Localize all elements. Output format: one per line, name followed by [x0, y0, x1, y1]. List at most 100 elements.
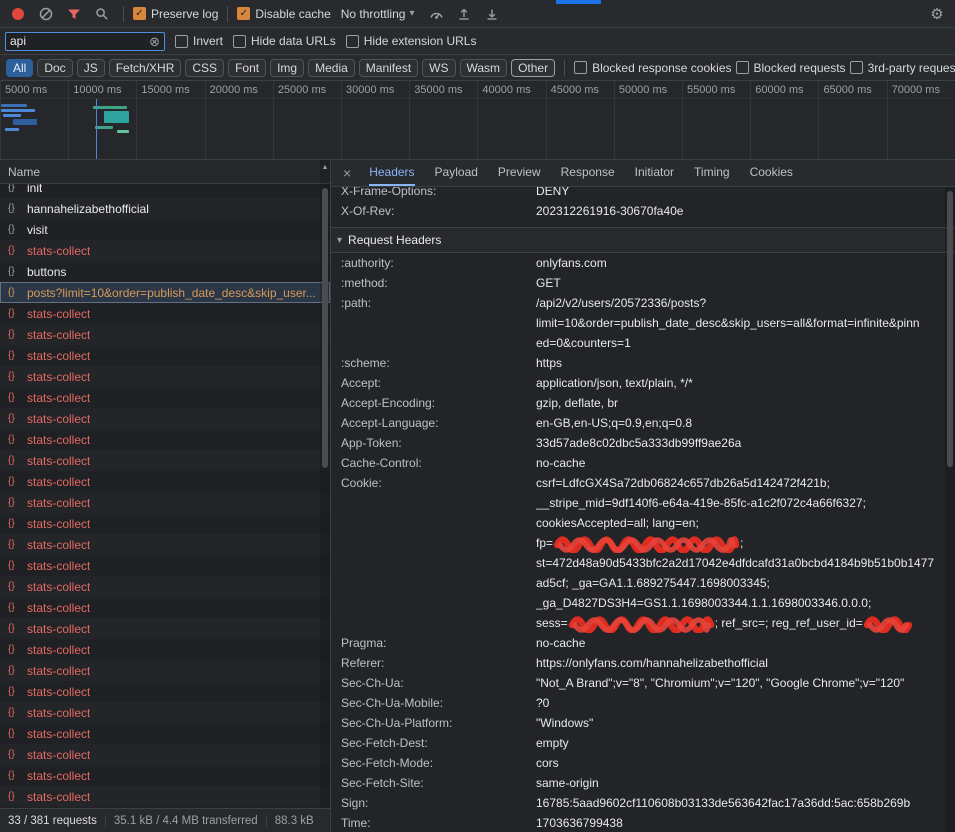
- timeline-segment: 20000 ms: [205, 81, 273, 159]
- request-row[interactable]: {}stats-collect: [0, 639, 330, 660]
- requests-count: 33 / 381 requests: [0, 815, 106, 827]
- filter-pill-js[interactable]: JS: [77, 59, 105, 77]
- blocked-response-cookies-checkbox[interactable]: Blocked response cookies: [574, 61, 731, 75]
- filter-pill-all[interactable]: All: [6, 59, 33, 77]
- request-row[interactable]: {}posts?limit=10&order=publish_date_desc…: [0, 282, 330, 303]
- blocked-requests-checkbox[interactable]: Blocked requests: [736, 61, 846, 75]
- clear-filter-icon[interactable]: ⊗: [149, 35, 160, 48]
- request-type-icon: {}: [8, 602, 21, 613]
- hide-data-urls-checkbox[interactable]: Hide data URLs: [233, 34, 336, 48]
- request-row[interactable]: {}stats-collect: [0, 492, 330, 513]
- clear-button[interactable]: [34, 3, 58, 25]
- disable-cache-checkbox[interactable]: ✓ Disable cache: [237, 7, 330, 21]
- filter-pill-doc[interactable]: Doc: [37, 59, 72, 77]
- request-row[interactable]: {}stats-collect: [0, 345, 330, 366]
- tab-response[interactable]: Response: [561, 160, 615, 186]
- request-row[interactable]: {}stats-collect: [0, 513, 330, 534]
- request-row[interactable]: {}stats-collect: [0, 744, 330, 765]
- request-row[interactable]: {}stats-collect: [0, 555, 330, 576]
- throttling-select[interactable]: No throttling ▾: [335, 5, 421, 23]
- hide-extension-urls-checkbox[interactable]: Hide extension URLs: [346, 34, 477, 48]
- tab-headers[interactable]: Headers: [369, 160, 414, 186]
- search-button[interactable]: [90, 3, 114, 25]
- tab-preview[interactable]: Preview: [498, 160, 541, 186]
- filter-pill-css[interactable]: CSS: [185, 59, 224, 77]
- request-row[interactable]: {}stats-collect: [0, 450, 330, 471]
- request-row[interactable]: {}init: [0, 184, 330, 198]
- request-row[interactable]: {}stats-collect: [0, 471, 330, 492]
- request-row[interactable]: {}stats-collect: [0, 576, 330, 597]
- request-row[interactable]: {}stats-collect: [0, 387, 330, 408]
- filter-pill-wasm[interactable]: Wasm: [460, 59, 508, 77]
- request-row[interactable]: {}visit: [0, 219, 330, 240]
- waterfall-bar: [117, 130, 129, 133]
- header-row: Referer:https://onlyfans.com/hannaheliza…: [341, 653, 941, 673]
- timeline-overview[interactable]: 5000 ms10000 ms15000 ms20000 ms25000 ms3…: [0, 81, 955, 160]
- request-row[interactable]: {}stats-collect: [0, 408, 330, 429]
- export-har-button[interactable]: [480, 3, 504, 25]
- tab-payload[interactable]: Payload: [435, 160, 478, 186]
- search-icon: [95, 7, 109, 21]
- request-row[interactable]: {}stats-collect: [0, 786, 330, 807]
- header-row: Sec-Fetch-Dest:empty: [341, 733, 941, 753]
- header-name: Referer:: [341, 653, 536, 673]
- filter-text-field[interactable]: [10, 34, 149, 48]
- request-row[interactable]: {}stats-collect: [0, 681, 330, 702]
- filter-pill-manifest[interactable]: Manifest: [359, 59, 418, 77]
- filter-toggle-button[interactable]: [62, 3, 86, 25]
- request-row[interactable]: {}stats-collect: [0, 303, 330, 324]
- network-conditions-button[interactable]: [424, 3, 448, 25]
- left-scrollbar-thumb[interactable]: [322, 188, 328, 468]
- request-row[interactable]: {}stats-collect: [0, 429, 330, 450]
- settings-gear-icon[interactable]: ⚙: [925, 3, 949, 25]
- left-scrollbar[interactable]: ▲: [320, 160, 330, 808]
- request-row[interactable]: {}buttons: [0, 261, 330, 282]
- request-name: stats-collect: [27, 601, 90, 615]
- request-row[interactable]: {}stats-collect: [0, 702, 330, 723]
- column-header-name[interactable]: Name: [0, 160, 330, 184]
- request-type-icon: {}: [8, 371, 21, 382]
- filter-pill-font[interactable]: Font: [228, 59, 266, 77]
- import-har-button[interactable]: [452, 3, 476, 25]
- filter-pill-img[interactable]: Img: [270, 59, 304, 77]
- request-row[interactable]: {}stats-collect: [0, 240, 330, 261]
- request-row[interactable]: {}stats-collect: [0, 618, 330, 639]
- tab-timing[interactable]: Timing: [694, 160, 730, 186]
- preserve-log-label: Preserve log: [151, 7, 218, 21]
- request-name: stats-collect: [27, 475, 90, 489]
- right-scrollbar-thumb[interactable]: [947, 191, 953, 467]
- scroll-up-icon[interactable]: ▲: [320, 160, 330, 171]
- invert-checkbox[interactable]: Invert: [175, 34, 223, 48]
- close-details-icon[interactable]: ×: [343, 165, 351, 181]
- request-headers-section[interactable]: ▾ Request Headers: [331, 227, 955, 253]
- request-type-icon: {}: [8, 413, 21, 424]
- request-row[interactable]: {}stats-collect: [0, 324, 330, 345]
- checkbox-unchecked-icon: [736, 61, 749, 74]
- request-name: stats-collect: [27, 622, 90, 636]
- header-row: :path:/api2/v2/users/20572336/posts?limi…: [341, 293, 941, 353]
- request-row[interactable]: {}stats-collect: [0, 534, 330, 555]
- request-row[interactable]: {}hannahelizabethofficial: [0, 198, 330, 219]
- right-scrollbar[interactable]: [945, 187, 955, 832]
- record-button[interactable]: [6, 3, 30, 25]
- request-name: stats-collect: [27, 328, 90, 342]
- throttling-value: No throttling: [341, 7, 406, 21]
- third-party-requests-checkbox[interactable]: 3rd-party requests: [850, 61, 955, 75]
- request-row[interactable]: {}stats-collect: [0, 723, 330, 744]
- preserve-log-checkbox[interactable]: ✓ Preserve log: [133, 7, 218, 21]
- request-name: stats-collect: [27, 517, 90, 531]
- request-row[interactable]: {}stats-collect: [0, 366, 330, 387]
- request-type-icon: {}: [8, 287, 21, 298]
- filter-pill-media[interactable]: Media: [308, 59, 355, 77]
- header-row: App-Token:33d57ade8c02dbc5a333db99ff9ae2…: [341, 433, 941, 453]
- tab-cookies[interactable]: Cookies: [750, 160, 793, 186]
- request-row[interactable]: {}stats-collect: [0, 660, 330, 681]
- filter-input[interactable]: ⊗: [5, 32, 165, 51]
- request-row[interactable]: {} stats-collect: [0, 597, 330, 618]
- filter-pill-ws[interactable]: WS: [422, 59, 455, 77]
- toolbar-divider: [564, 60, 565, 76]
- request-row[interactable]: {}stats-collect: [0, 765, 330, 786]
- filter-pill-fetch-xhr[interactable]: Fetch/XHR: [109, 59, 182, 77]
- filter-pill-other[interactable]: Other: [511, 59, 555, 77]
- tab-initiator[interactable]: Initiator: [635, 160, 674, 186]
